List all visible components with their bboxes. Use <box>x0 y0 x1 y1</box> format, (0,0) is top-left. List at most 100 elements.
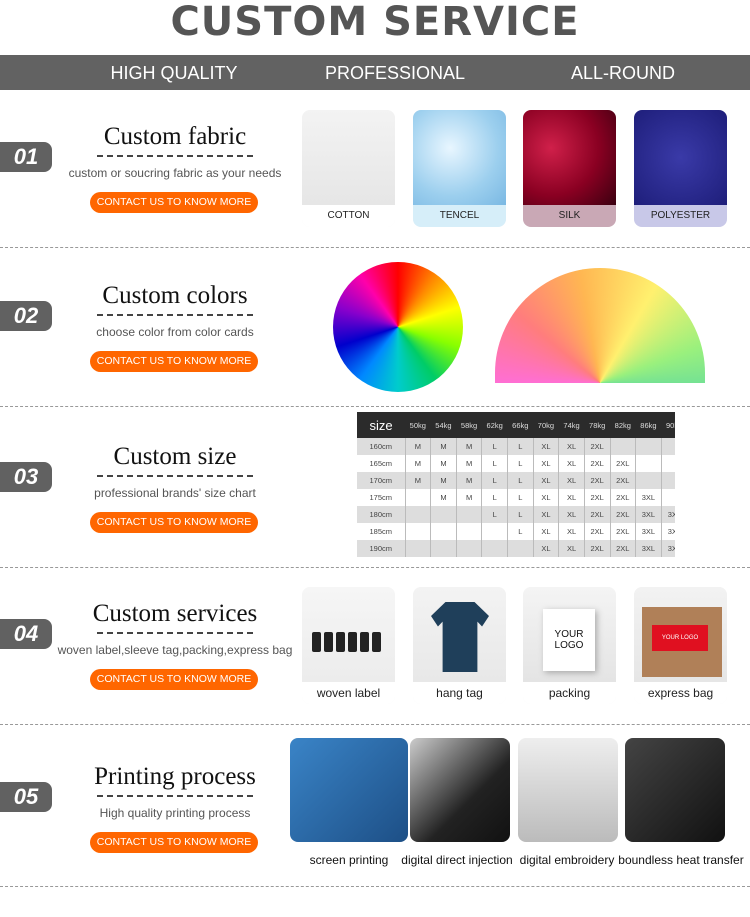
size-cell: L <box>507 455 534 472</box>
service-card[interactable]: YOUR LOGO express bag <box>634 587 727 704</box>
size-cell: 180cm <box>357 506 405 523</box>
size-cell <box>660 489 675 506</box>
size-cell: 165cm <box>369 459 392 468</box>
size-cell: XL <box>558 455 585 472</box>
service-label: express bag <box>634 682 727 704</box>
contact-button[interactable]: CONTACT US TO KNOW MORE <box>90 512 258 533</box>
header-cell: 70kg <box>533 412 559 438</box>
size-cell <box>404 523 431 540</box>
header-cell: 58kg <box>456 412 482 438</box>
size-cell: 2XL <box>583 489 610 506</box>
title-divider <box>97 795 253 797</box>
section-subtitle: professional brands' size chart <box>94 486 256 500</box>
size-cell <box>635 455 662 472</box>
contact-button[interactable]: CONTACT US TO KNOW MORE <box>90 351 258 372</box>
color-wheel-image <box>333 262 463 392</box>
header-cell: 90kg <box>661 412 675 438</box>
header-cell: size <box>357 412 405 438</box>
size-cell <box>635 472 662 489</box>
fabric-card-polyester[interactable]: POLYESTER <box>634 110 727 227</box>
tag-icon <box>312 632 321 652</box>
size-cell: 2XL <box>583 523 610 540</box>
size-cell <box>507 540 534 557</box>
size-cell: 3XL <box>635 540 662 557</box>
fabric-card-silk[interactable]: SILK <box>523 110 616 227</box>
size-cell: 2XL <box>583 540 610 557</box>
size-cell: L <box>507 489 534 506</box>
printing-label: screen printing <box>309 853 389 867</box>
page-title: CUSTOM SERVICE <box>170 0 580 45</box>
size-cell: XL <box>532 489 559 506</box>
tag-icon <box>348 632 357 652</box>
title-divider <box>97 314 253 316</box>
section-subtitle: woven label,sleeve tag,packing,express b… <box>57 643 293 657</box>
size-cell: XL <box>558 506 585 523</box>
size-cell: L <box>507 472 534 489</box>
size-cell: 2XL <box>583 455 610 472</box>
tag-icon <box>372 632 381 652</box>
size-cell: M <box>404 472 431 489</box>
size-cell: M <box>455 472 482 489</box>
title-divider <box>97 632 253 634</box>
size-cell: 3XL <box>660 540 675 557</box>
size-cell: XL <box>558 540 585 557</box>
section-separator <box>0 567 750 568</box>
size-cell: 2XL <box>583 506 610 523</box>
size-chart: size 50kg 54kg 58kg 62kg 66kg 70kg 74kg 78kg 82kg… <box>357 412 675 562</box>
service-card[interactable]: hang tag <box>413 587 506 704</box>
size-cell: M <box>430 489 457 506</box>
size-cell <box>404 506 431 523</box>
header-cell: 54kg <box>430 412 457 438</box>
size-cell: L <box>481 438 508 455</box>
service-card[interactable]: woven label <box>302 587 395 704</box>
header-cell: 78kg <box>584 412 610 438</box>
color-fan-image <box>495 268 705 383</box>
size-cell: 2XL <box>609 472 636 489</box>
printing-image <box>518 738 618 842</box>
size-cell: L <box>507 523 534 540</box>
size-cell <box>660 455 675 472</box>
size-cell: XL <box>532 506 559 523</box>
contact-button[interactable]: CONTACT US TO KNOW MORE <box>90 832 258 853</box>
printing-label: digital direct injection <box>401 853 513 867</box>
size-cell: XL <box>532 455 559 472</box>
size-cell <box>455 506 482 523</box>
section-title: Custom services <box>92 600 258 627</box>
header-cell: 62kg <box>481 412 508 438</box>
size-chart-row: 165cm M M M L L XL XL 2XL 2XL <box>357 455 675 472</box>
fabric-image <box>634 110 727 205</box>
size-cell: L <box>481 506 508 523</box>
size-cell: M <box>455 455 482 472</box>
service-label: packing <box>523 682 616 704</box>
service-image <box>413 587 506 682</box>
contact-button[interactable]: CONTACT US TO KNOW MORE <box>90 669 258 690</box>
size-cell: L <box>481 455 508 472</box>
printing-label: boundless heat transfer <box>618 853 744 867</box>
size-cell: XL <box>532 540 559 557</box>
size-cell <box>430 523 457 540</box>
size-cell: M <box>455 438 482 455</box>
service-card[interactable]: YOUR LOGO packing <box>523 587 616 704</box>
size-cell: L <box>481 472 508 489</box>
fabric-label: TENCEL <box>413 205 506 227</box>
fabric-card-tencel[interactable]: TENCEL <box>413 110 506 227</box>
size-chart-table: size 50kg 54kg 58kg 62kg 66kg 70kg 74kg 78kg 82kg… <box>357 412 675 557</box>
fabric-card-cotton[interactable]: COTTON <box>302 110 395 227</box>
size-cell <box>404 540 431 557</box>
section-subtitle: custom or soucring fabric as your needs <box>68 166 282 180</box>
size-cell <box>404 489 431 506</box>
box-icon: YOUR LOGO <box>543 609 595 671</box>
tag-icon <box>336 632 345 652</box>
size-cell: 2XL <box>583 438 610 455</box>
section-separator <box>0 247 750 248</box>
bag-icon: YOUR LOGO <box>642 607 722 677</box>
title-divider <box>97 155 253 157</box>
section-separator <box>0 724 750 725</box>
size-cell: 2XL <box>609 506 636 523</box>
contact-button[interactable]: CONTACT US TO KNOW MORE <box>90 192 258 213</box>
service-image <box>302 587 395 682</box>
size-chart-row: 180cmLLXLXL2XL2XL3XL3XL <box>357 506 675 523</box>
header-cell: 66kg <box>507 412 534 438</box>
section-title: Custom fabric <box>103 123 247 150</box>
size-cell: 2XL <box>609 540 636 557</box>
